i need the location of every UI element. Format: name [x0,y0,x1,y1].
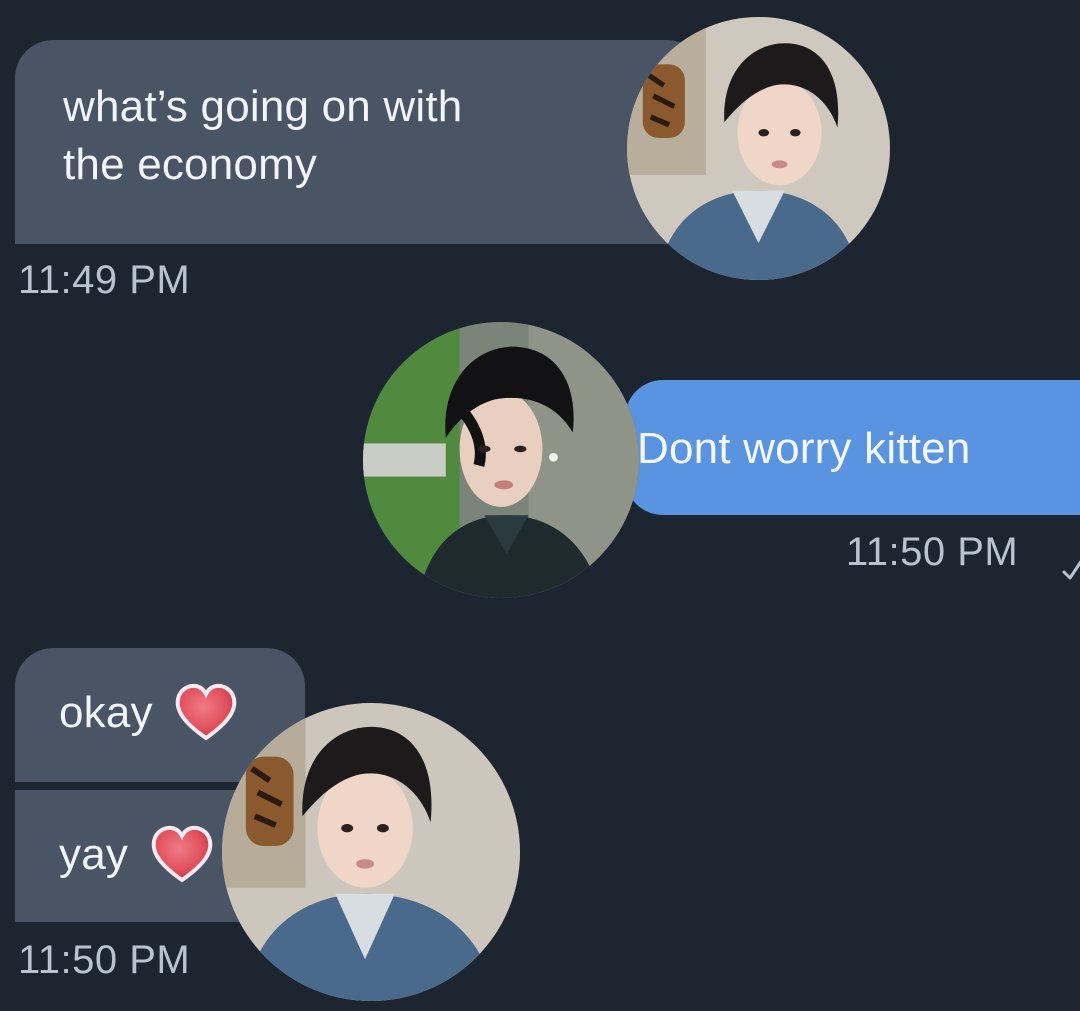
message-timestamp: 11:49 PM [18,258,191,302]
message-text: Dont worry kitten [637,424,971,473]
profile-photo [222,703,520,1001]
message-timestamp: 11:50 PM [846,530,1019,574]
message-timestamp: 11:50 PM [18,938,191,982]
avatar[interactable] [363,322,639,598]
incoming-message-bubble[interactable]: what’s going on with the economy [15,40,705,244]
check-icon [1062,560,1080,580]
red-heart-icon [175,684,237,741]
profile-photo [363,322,639,598]
profile-photo [627,17,890,280]
message-text: what’s going on with the economy [63,82,463,190]
message-text: yay [59,830,129,879]
outgoing-message-bubble[interactable]: Dont worry kitten [625,380,1080,515]
chat-canvas: what’s going on with the economy 11:49 P… [0,0,1080,1011]
avatar[interactable] [222,703,520,1001]
avatar[interactable] [627,17,890,280]
red-heart-icon [151,826,212,883]
message-text: okay [59,688,153,737]
